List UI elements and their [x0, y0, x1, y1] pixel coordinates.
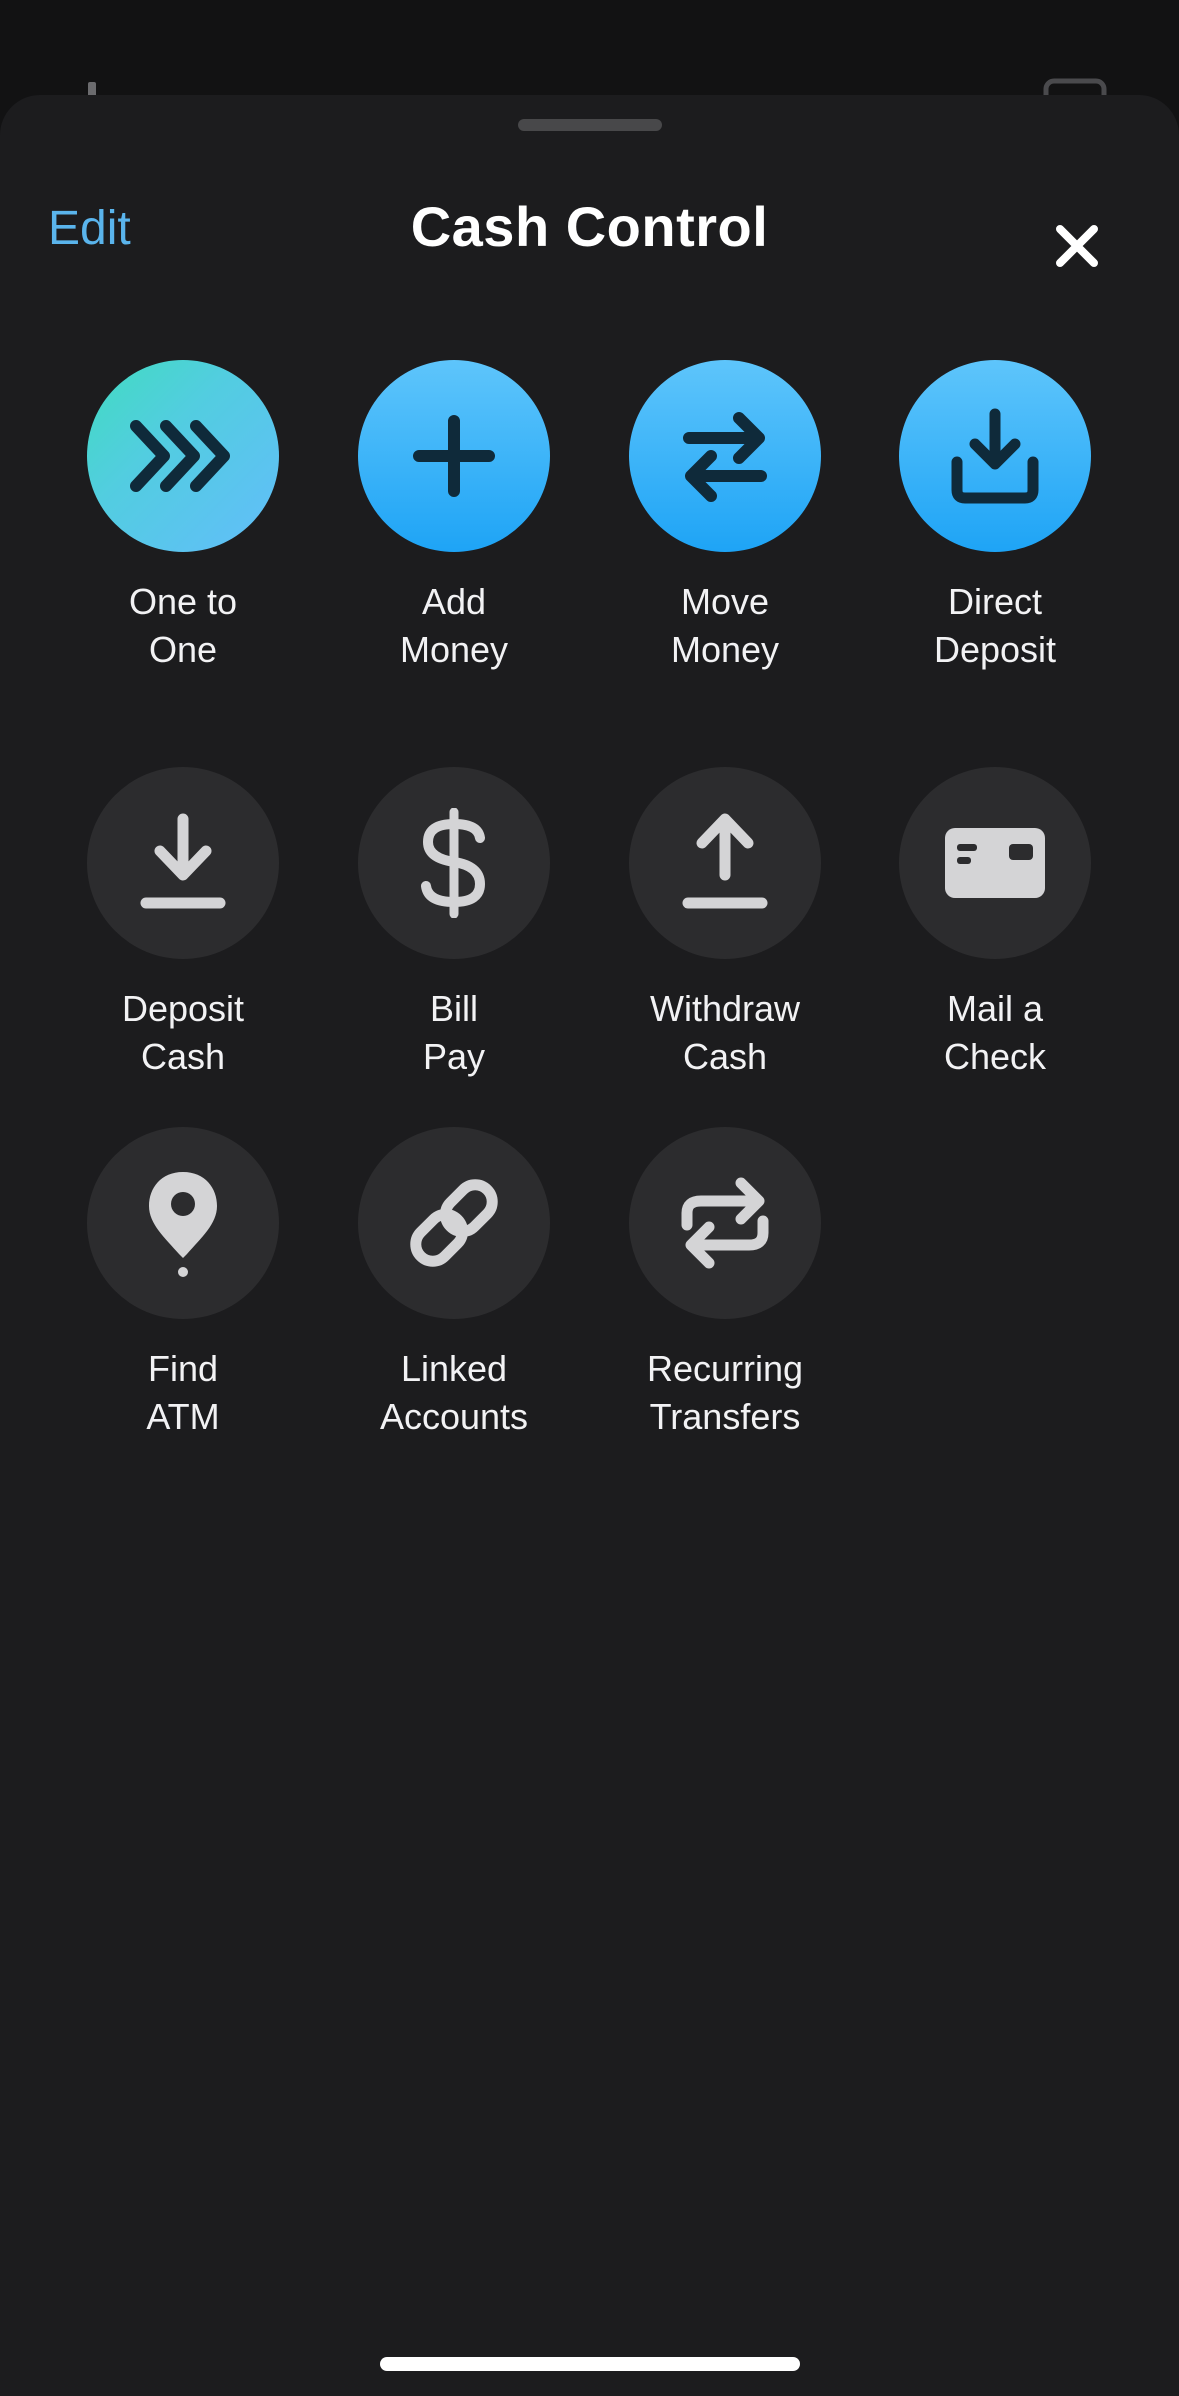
action-direct-deposit[interactable]: Direct Deposit — [875, 360, 1115, 674]
action-mail-a-check[interactable]: Mail a Check — [875, 767, 1115, 1081]
action-label-line1: Move — [680, 581, 770, 622]
action-circle[interactable] — [87, 360, 279, 552]
action-circle[interactable] — [899, 767, 1091, 959]
action-find-atm[interactable]: Find ATM — [63, 1127, 303, 1441]
close-button[interactable] — [1040, 209, 1114, 283]
action-circle[interactable] — [87, 1127, 279, 1319]
action-circle[interactable] — [629, 767, 821, 959]
action-label-line1: Direct — [947, 581, 1042, 622]
action-deposit-cash[interactable]: Deposit Cash — [63, 767, 303, 1081]
sheet-grabber[interactable] — [518, 119, 662, 131]
action-label-line1: Find — [147, 1348, 219, 1389]
action-label-line1: Mail a — [946, 988, 1044, 1029]
action-circle[interactable] — [358, 360, 550, 552]
cash-control-sheet: Edit Cash Control One to One Add Money M… — [0, 95, 1179, 2396]
action-label-line2: Transfers — [649, 1396, 801, 1437]
location-pin-icon — [149, 1172, 217, 1277]
dollar-icon — [421, 808, 486, 918]
action-label-line2: Cash — [682, 1036, 768, 1077]
action-label-line1: One to — [128, 581, 238, 622]
download-icon — [140, 813, 226, 909]
download-tray-icon — [951, 408, 1039, 504]
action-label-line1: Add — [421, 581, 487, 622]
action-linked-accounts[interactable]: Linked Accounts — [334, 1127, 574, 1441]
triple-chevron-right-icon — [130, 420, 230, 492]
action-label-line2: Check — [943, 1036, 1047, 1077]
link-icon — [410, 1179, 498, 1267]
action-label-line1: Withdraw — [649, 988, 801, 1029]
action-circle[interactable] — [899, 360, 1091, 552]
action-add-money[interactable]: Add Money — [334, 360, 574, 674]
home-indicator[interactable] — [380, 2357, 800, 2371]
action-label-line1: Deposit — [121, 988, 245, 1029]
sheet-title: Cash Control — [410, 195, 769, 258]
action-label-line2: Deposit — [933, 629, 1057, 670]
action-label-line2: Money — [399, 629, 509, 670]
repeat-icon — [681, 1177, 769, 1269]
action-label-line1: Recurring — [646, 1348, 804, 1389]
upload-icon — [682, 813, 768, 909]
swap-arrows-icon — [683, 412, 767, 502]
action-circle[interactable] — [629, 360, 821, 552]
action-move-money[interactable]: Move Money — [605, 360, 845, 674]
close-icon — [1056, 225, 1098, 267]
action-label-line1: Linked — [400, 1348, 508, 1389]
plus-icon — [413, 415, 495, 497]
action-label-line1: Bill — [429, 988, 478, 1029]
action-label-line2: Accounts — [379, 1396, 529, 1437]
action-label-line2: Money — [670, 629, 780, 670]
action-circle[interactable] — [358, 1127, 550, 1319]
action-circle[interactable] — [629, 1127, 821, 1319]
action-label-line2: One — [148, 629, 218, 670]
action-label-line2: ATM — [146, 1396, 220, 1437]
action-bill-pay[interactable]: Bill Pay — [334, 767, 574, 1081]
action-label-line2: Pay — [422, 1036, 486, 1077]
action-recurring-transfers[interactable]: Recurring Transfers — [605, 1127, 845, 1441]
action-circle[interactable] — [87, 767, 279, 959]
action-withdraw-cash[interactable]: Withdraw Cash — [605, 767, 845, 1081]
action-one-to-one[interactable]: One to One — [63, 360, 303, 674]
action-label-line2: Cash — [140, 1036, 226, 1077]
action-circle[interactable] — [358, 767, 550, 959]
check-card-icon — [945, 828, 1045, 898]
